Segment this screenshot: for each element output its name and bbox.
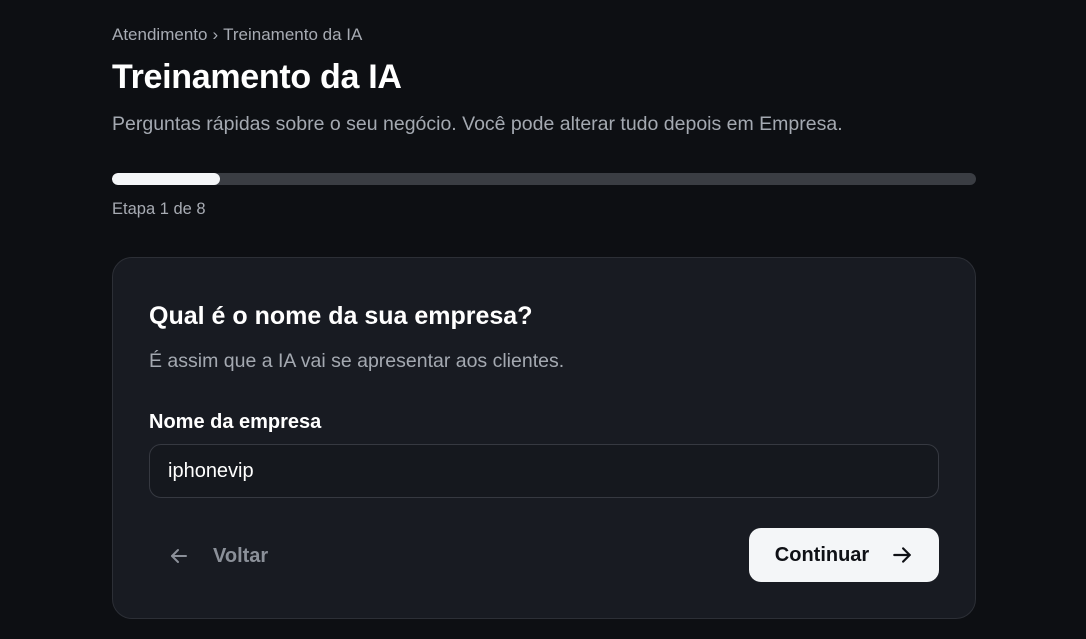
company-name-label: Nome da empresa bbox=[149, 411, 322, 433]
continue-button[interactable]: Continuar bbox=[749, 528, 939, 582]
back-button[interactable]: Voltar bbox=[169, 538, 268, 574]
progress-bar-fill bbox=[112, 173, 220, 185]
page-title: Treinamento da IA bbox=[112, 58, 402, 96]
breadcrumb-separator: › bbox=[212, 25, 219, 44]
question-title: Qual é o nome da sua empresa? bbox=[149, 302, 533, 330]
breadcrumb-item-atendimento[interactable]: Atendimento bbox=[112, 25, 207, 45]
step-label: Etapa 1 de 8 bbox=[112, 200, 206, 218]
arrow-right-icon bbox=[891, 544, 913, 566]
company-name-input[interactable] bbox=[149, 444, 939, 498]
page-subtitle: Perguntas rápidas sobre o seu negócio. V… bbox=[112, 113, 843, 135]
continue-button-label: Continuar bbox=[774, 543, 870, 566]
arrow-left-icon bbox=[169, 546, 189, 566]
page: Atendimento › Treinamento da IA Treiname… bbox=[0, 0, 1086, 639]
progress-bar bbox=[112, 173, 976, 185]
breadcrumb-item-current: Treinamento da IA bbox=[223, 25, 363, 44]
back-button-label: Voltar bbox=[213, 544, 269, 567]
breadcrumb: Atendimento › Treinamento da IA bbox=[112, 25, 362, 45]
question-card: Qual é o nome da sua empresa? É assim qu… bbox=[112, 257, 976, 619]
question-hint: É assim que a IA vai se apresentar aos c… bbox=[149, 350, 565, 372]
